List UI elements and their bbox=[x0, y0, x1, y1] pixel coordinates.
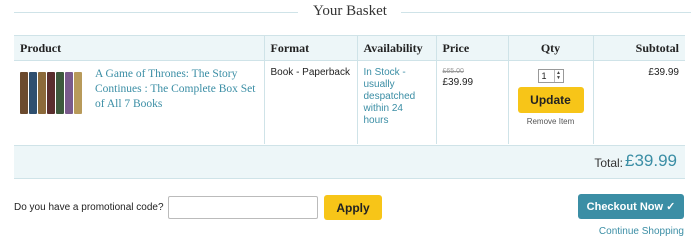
product-cell: A Game of Thrones: The Story Continues :… bbox=[14, 61, 264, 144]
header-divider-left bbox=[14, 12, 298, 13]
product-title-link[interactable]: A Game of Thrones: The Story Continues :… bbox=[95, 67, 258, 114]
format-cell: Book - Paperback bbox=[263, 60, 357, 144]
total-label: Total: bbox=[594, 156, 623, 170]
column-header-availability: Availability bbox=[356, 35, 436, 61]
header-divider-right bbox=[401, 12, 691, 13]
quantity-stepper[interactable]: 1 ▲ ▼ bbox=[537, 69, 564, 83]
column-header-qty: Qty bbox=[507, 35, 593, 61]
subtotal-cell: £39.99 bbox=[592, 60, 685, 144]
update-button[interactable]: Update bbox=[517, 87, 584, 113]
remove-item-link[interactable]: Remove Item bbox=[515, 117, 587, 126]
column-header-price: Price bbox=[435, 35, 508, 61]
availability-cell: In Stock - usually despatched within 24 … bbox=[356, 60, 436, 144]
availability-status: In Stock - usually despatched within 24 … bbox=[363, 67, 416, 126]
basket-table: Product Format Availability Price Qty Su… bbox=[14, 35, 685, 144]
quantity-value: 1 bbox=[541, 71, 547, 81]
column-header-product: Product bbox=[14, 35, 264, 61]
checkout-now-button[interactable]: Checkout Now ✓ bbox=[578, 194, 684, 219]
continue-shopping-link[interactable]: Continue Shopping bbox=[599, 226, 684, 237]
basket-header: Your Basket bbox=[0, 0, 700, 26]
current-price: £39.99 bbox=[442, 77, 474, 88]
promo-code-label: Do you have a promotional code? bbox=[14, 202, 164, 213]
qty-cell: 1 ▲ ▼ Update Remove Item bbox=[507, 60, 593, 144]
book-box-set-image[interactable] bbox=[20, 70, 83, 114]
total-bar: Total: £39.99 bbox=[14, 145, 685, 179]
total-value: £39.99 bbox=[625, 151, 677, 170]
column-header-format: Format bbox=[263, 35, 357, 61]
table-row: A Game of Thrones: The Story Continues :… bbox=[14, 60, 685, 144]
column-header-subtotal: Subtotal bbox=[592, 35, 685, 61]
spinner-arrows-icon[interactable]: ▲ ▼ bbox=[553, 70, 563, 82]
apply-button[interactable]: Apply bbox=[324, 195, 382, 220]
promo-code-input[interactable] bbox=[168, 196, 318, 219]
original-price: £65.00 bbox=[442, 68, 464, 75]
page-title: Your Basket bbox=[313, 3, 387, 19]
table-header-row: Product Format Availability Price Qty Su… bbox=[14, 35, 685, 61]
price-cell: £65.00 £39.99 bbox=[435, 60, 508, 144]
